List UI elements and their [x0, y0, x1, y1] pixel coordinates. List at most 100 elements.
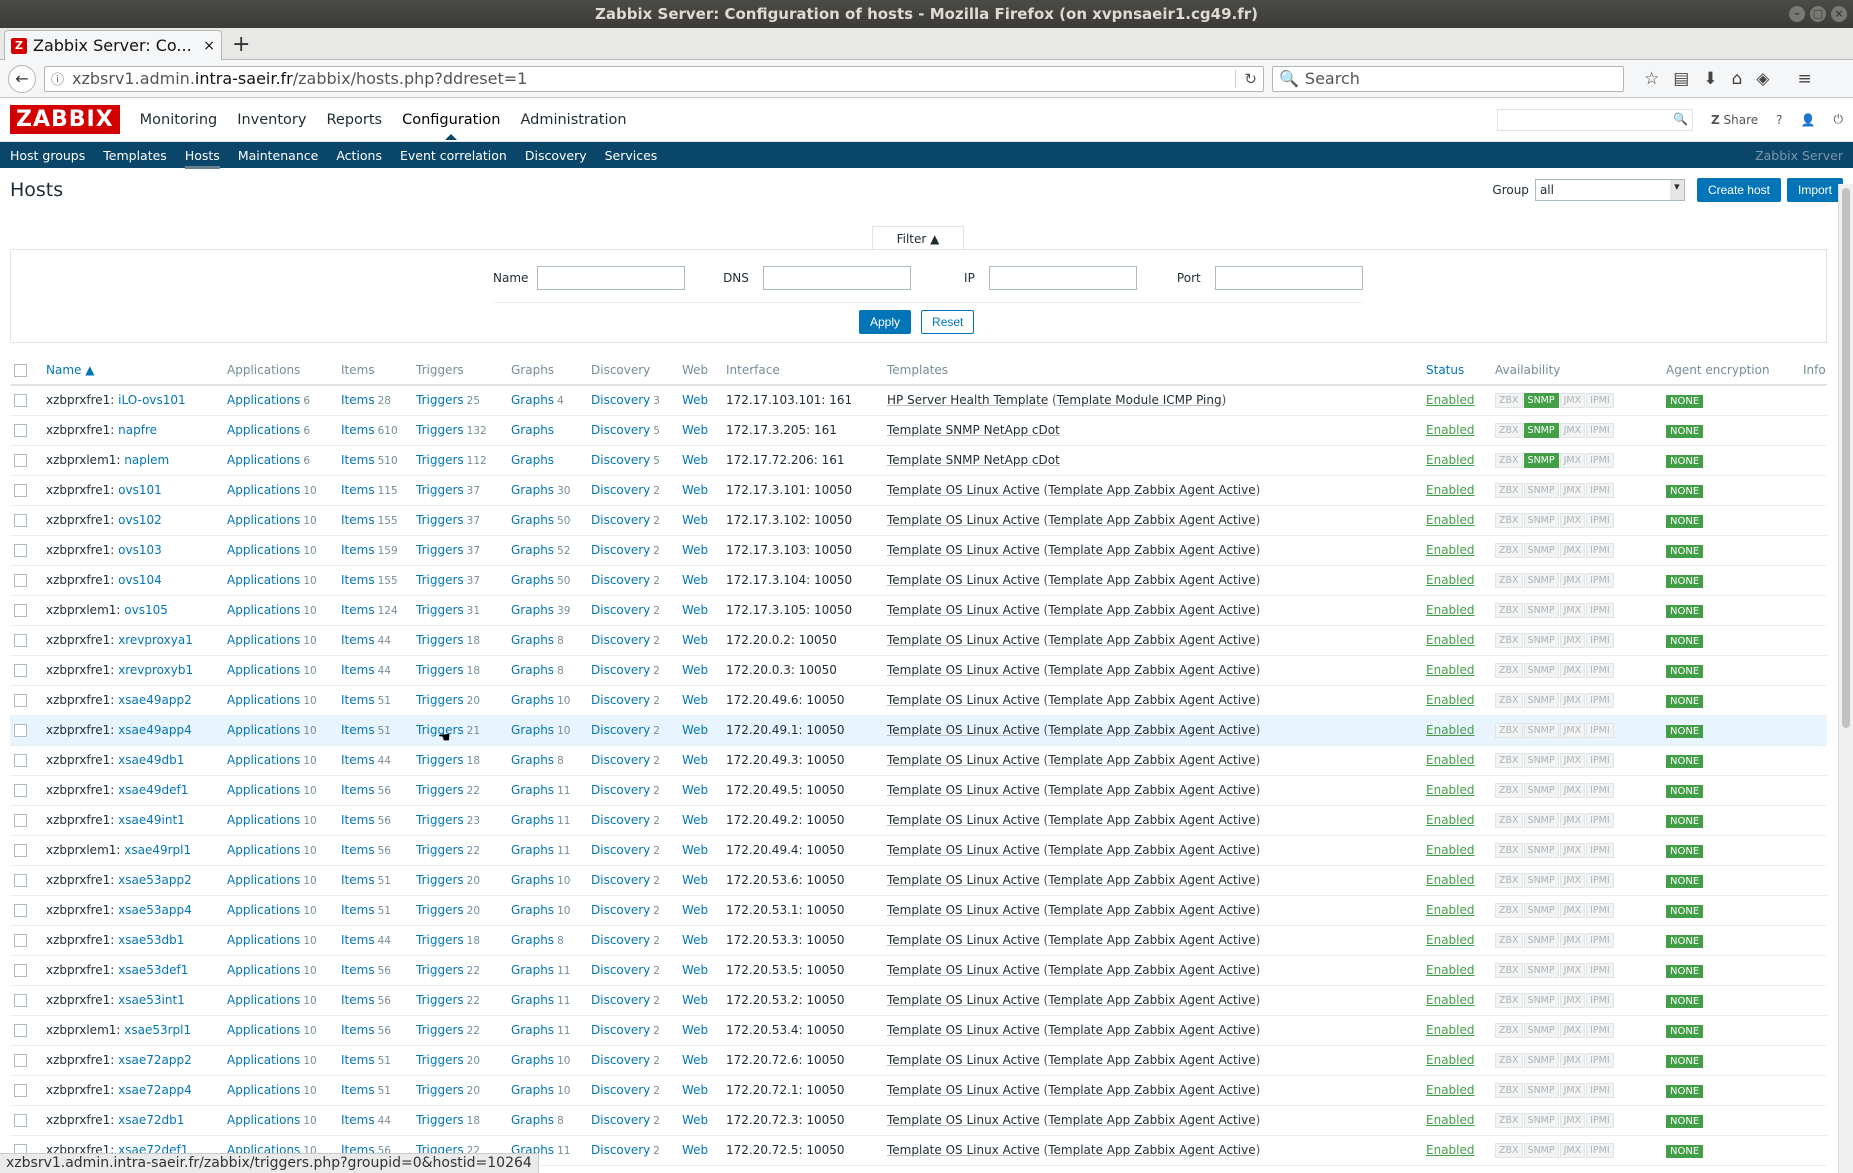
graphs-link[interactable]: Graphs — [511, 693, 554, 707]
status-toggle[interactable]: Enabled — [1426, 1143, 1475, 1157]
host-name-link[interactable]: ovs105 — [124, 603, 168, 617]
graphs-link[interactable]: Graphs — [511, 843, 554, 857]
status-toggle[interactable]: Enabled — [1426, 1113, 1475, 1127]
template-link[interactable]: HP Server Health Template — [887, 393, 1048, 407]
applications-link[interactable]: Applications — [227, 453, 300, 467]
template-parent-link[interactable]: Template App Zabbix Agent Active — [1048, 1113, 1255, 1127]
info-icon[interactable]: ⓘ — [51, 69, 64, 88]
template-parent-link[interactable]: Template App Zabbix Agent Active — [1048, 873, 1255, 887]
template-link[interactable]: Template OS Linux Active — [887, 753, 1040, 767]
select-all-checkbox[interactable] — [14, 364, 27, 377]
row-select-cell[interactable] — [10, 985, 42, 1016]
template-link[interactable]: Template OS Linux Active — [887, 933, 1040, 947]
host-name-link[interactable]: ovs102 — [118, 513, 162, 527]
template-parent-link[interactable]: Template App Zabbix Agent Active — [1048, 843, 1255, 857]
filter-name-input[interactable] — [537, 266, 686, 290]
template-parent-link[interactable]: Template App Zabbix Agent Active — [1048, 663, 1255, 677]
row-checkbox[interactable] — [14, 754, 27, 767]
host-name-link[interactable]: xsae72app2 — [118, 1053, 192, 1067]
triggers-link[interactable]: Triggers — [416, 393, 464, 407]
host-name-link[interactable]: iLO-ovs101 — [118, 393, 186, 407]
graphs-link[interactable]: Graphs — [511, 993, 554, 1007]
discovery-link[interactable]: Discovery — [591, 813, 650, 827]
web-link[interactable]: Web — [682, 873, 708, 887]
graphs-link[interactable]: Graphs — [511, 1113, 554, 1127]
share-link[interactable]: Z Share — [1711, 113, 1758, 127]
items-link[interactable]: Items — [341, 1023, 375, 1037]
row-select-cell[interactable] — [10, 925, 42, 956]
triggers-link[interactable]: Triggers — [416, 753, 464, 767]
discovery-link[interactable]: Discovery — [591, 513, 650, 527]
items-link[interactable]: Items — [341, 1083, 375, 1097]
host-name-link[interactable]: xsae49int1 — [118, 813, 185, 827]
row-checkbox[interactable] — [14, 1114, 27, 1127]
status-toggle[interactable]: Enabled — [1426, 783, 1475, 797]
host-name-link[interactable]: ovs103 — [118, 543, 162, 557]
row-select-cell[interactable] — [10, 565, 42, 596]
submenu-services[interactable]: Services — [605, 148, 658, 163]
web-link[interactable]: Web — [682, 693, 708, 707]
web-link[interactable]: Web — [682, 963, 708, 977]
template-parent-link[interactable]: Template App Zabbix Agent Active — [1048, 543, 1255, 557]
template-parent-link[interactable]: Template App Zabbix Agent Active — [1048, 903, 1255, 917]
template-link[interactable]: Template OS Linux Active — [887, 513, 1040, 527]
template-parent-link[interactable]: Template App Zabbix Agent Active — [1048, 723, 1255, 737]
row-checkbox[interactable] — [14, 394, 27, 408]
row-checkbox[interactable] — [14, 544, 27, 557]
template-parent-link[interactable]: Template App Zabbix Agent Active — [1048, 933, 1255, 947]
row-checkbox[interactable] — [14, 574, 27, 587]
row-select-cell[interactable] — [10, 775, 42, 806]
graphs-link[interactable]: Graphs — [511, 633, 554, 647]
triggers-link[interactable]: Triggers — [416, 543, 464, 557]
template-link[interactable]: Template OS Linux Active — [887, 633, 1040, 647]
row-select-cell[interactable] — [10, 685, 42, 716]
triggers-link[interactable]: Triggers — [416, 513, 464, 527]
triggers-link[interactable]: Triggers — [416, 483, 464, 497]
web-link[interactable]: Web — [682, 393, 708, 407]
host-name-link[interactable]: xsae49def1 — [118, 783, 188, 797]
row-checkbox[interactable] — [14, 1084, 27, 1097]
template-parent-link[interactable]: Template App Zabbix Agent Active — [1048, 483, 1255, 497]
status-toggle[interactable]: Enabled — [1426, 1023, 1475, 1037]
discovery-link[interactable]: Discovery — [591, 393, 650, 407]
row-select-cell[interactable] — [10, 715, 42, 746]
row-select-cell[interactable] — [10, 865, 42, 896]
items-link[interactable]: Items — [341, 543, 375, 557]
template-link[interactable]: Template OS Linux Active — [887, 483, 1040, 497]
graphs-link[interactable]: Graphs — [511, 1083, 554, 1097]
items-link[interactable]: Items — [341, 903, 375, 917]
applications-link[interactable]: Applications — [227, 723, 300, 737]
group-select[interactable]: all — [1534, 179, 1685, 201]
graphs-link[interactable]: Graphs — [511, 873, 554, 887]
template-link[interactable]: Template OS Linux Active — [887, 813, 1040, 827]
graphs-link[interactable]: Graphs — [511, 1023, 554, 1037]
filter-tab[interactable]: Filter ▲ — [872, 226, 964, 250]
triggers-link[interactable]: Triggers — [416, 963, 464, 977]
help-icon[interactable]: ? — [1776, 113, 1782, 127]
template-link[interactable]: Template OS Linux Active — [887, 843, 1040, 857]
row-checkbox[interactable] — [14, 1024, 27, 1037]
submenu-discovery[interactable]: Discovery — [525, 148, 587, 163]
discovery-link[interactable]: Discovery — [591, 963, 650, 977]
triggers-link[interactable]: Triggers — [416, 453, 464, 467]
page-scrollbar[interactable] — [1838, 184, 1853, 1173]
template-link[interactable]: Template OS Linux Active — [887, 783, 1040, 797]
web-link[interactable]: Web — [682, 843, 708, 857]
web-link[interactable]: Web — [682, 1053, 708, 1067]
graphs-link[interactable]: Graphs — [511, 753, 554, 767]
items-link[interactable]: Items — [341, 933, 375, 947]
triggers-link[interactable]: Triggers — [416, 423, 464, 437]
header-name[interactable]: Name ▲ — [42, 356, 223, 386]
web-link[interactable]: Web — [682, 783, 708, 797]
web-link[interactable]: Web — [682, 423, 708, 437]
web-link[interactable]: Web — [682, 663, 708, 677]
template-link[interactable]: Template OS Linux Active — [887, 903, 1040, 917]
maximize-icon[interactable]: □ — [1810, 6, 1826, 22]
apply-button[interactable]: Apply — [859, 310, 912, 334]
discovery-link[interactable]: Discovery — [591, 753, 650, 767]
applications-link[interactable]: Applications — [227, 603, 300, 617]
create-host-button[interactable]: Create host — [1696, 178, 1781, 202]
applications-link[interactable]: Applications — [227, 873, 300, 887]
template-parent-link[interactable]: Template App Zabbix Agent Active — [1048, 513, 1255, 527]
filter-ip-input[interactable] — [988, 266, 1138, 290]
